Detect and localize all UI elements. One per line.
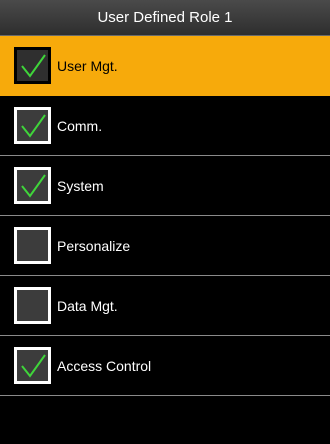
check-icon (20, 113, 46, 138)
permission-label: Personalize (57, 237, 131, 254)
permission-label: Data Mgt. (57, 297, 118, 314)
permission-list: User Mgt. Comm. System Personalize Data … (0, 36, 330, 396)
check-icon (20, 53, 46, 78)
title-bar: User Defined Role 1 (0, 0, 330, 36)
checkbox[interactable] (14, 347, 51, 384)
permission-item-user-mgt[interactable]: User Mgt. (0, 36, 330, 96)
permission-label: User Mgt. (57, 57, 118, 74)
checkbox[interactable] (14, 47, 51, 84)
permission-label: System (57, 177, 104, 194)
permission-item-system[interactable]: System (0, 156, 330, 216)
check-icon (20, 173, 46, 198)
permission-item-comm[interactable]: Comm. (0, 96, 330, 156)
role-permissions-screen: User Defined Role 1 User Mgt. Comm. Syst… (0, 0, 330, 444)
checkbox[interactable] (14, 107, 51, 144)
check-icon (20, 353, 46, 378)
permission-item-data-mgt[interactable]: Data Mgt. (0, 276, 330, 336)
permission-item-personalize[interactable]: Personalize (0, 216, 330, 276)
permission-label: Comm. (57, 117, 103, 134)
page-title: User Defined Role 1 (97, 9, 233, 26)
permission-item-access-control[interactable]: Access Control (0, 336, 330, 396)
permission-label: Access Control (57, 357, 152, 374)
checkbox[interactable] (14, 287, 51, 324)
checkbox[interactable] (14, 227, 51, 264)
checkbox[interactable] (14, 167, 51, 204)
